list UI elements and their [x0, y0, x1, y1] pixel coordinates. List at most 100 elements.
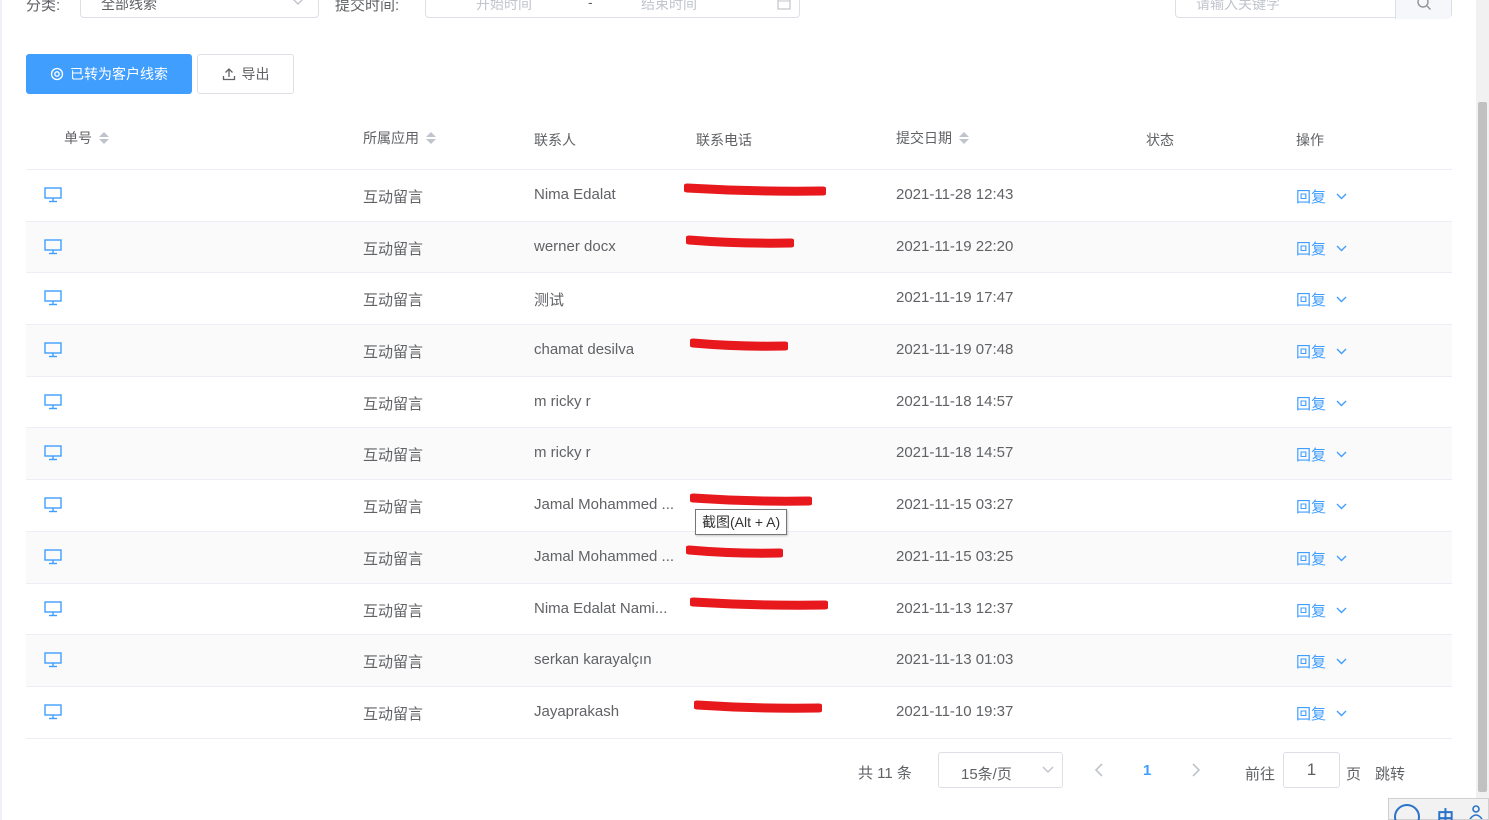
phone-redaction-mark: [690, 493, 812, 506]
export-label: 导出: [241, 66, 270, 82]
reply-action[interactable]: 回复: [1296, 600, 1347, 621]
column-header-phone-label: 联系电话: [696, 132, 752, 148]
chevron-down-icon[interactable]: [1336, 193, 1347, 200]
ime-indicator[interactable]: 中: [1388, 798, 1489, 820]
contact-cell: Jamal Mohammed ...: [534, 547, 675, 565]
start-date-input[interactable]: 开始时间: [476, 0, 532, 14]
phone-redaction-mark: [686, 545, 783, 558]
phone-redaction-mark: [690, 338, 788, 351]
reply-action[interactable]: 回复: [1296, 496, 1347, 517]
leads-table: 单号 所属应用 联系人 联系电话 提交日期 状态 操作 互动留言 Nima Eda…: [26, 106, 1452, 739]
app-cell: 互动留言: [363, 550, 424, 568]
phone-redaction-mark: [686, 235, 794, 248]
chevron-down-icon[interactable]: [1336, 503, 1347, 510]
chevron-down-icon[interactable]: [1336, 348, 1347, 355]
column-header-date[interactable]: 提交日期: [896, 128, 969, 148]
chevron-down-icon[interactable]: [1336, 245, 1347, 252]
scrollbar-thumb[interactable]: [1478, 102, 1487, 792]
chevron-down-icon[interactable]: [1336, 296, 1347, 303]
reply-action[interactable]: 回复: [1296, 444, 1347, 465]
date-cell: 2021-11-18 14:57: [896, 444, 1014, 462]
table-row[interactable]: 互动留言 Jayaprakash 2021-11-10 19:37 回复: [26, 687, 1452, 739]
reply-action[interactable]: 回复: [1296, 393, 1347, 414]
reply-action[interactable]: 回复: [1296, 548, 1347, 569]
app-cell: 互动留言: [363, 447, 424, 465]
sort-icon[interactable]: [959, 132, 969, 144]
keyword-search[interactable]: 请输入关键字: [1175, 0, 1452, 19]
chevron-down-icon[interactable]: [1336, 607, 1347, 614]
table-row[interactable]: 互动留言 Nima Edalat 2021-11-28 12:43 回复: [26, 170, 1452, 222]
chevron-down-icon[interactable]: [1336, 658, 1347, 665]
column-header-contact: 联系人: [534, 130, 576, 150]
reply-action[interactable]: 回复: [1296, 289, 1347, 310]
sort-icon[interactable]: [426, 132, 436, 144]
contact-cell: Nima Edalat Nami...: [534, 599, 668, 617]
converted-to-leads-label: 已转为客户线索: [70, 66, 168, 82]
date-range-picker[interactable]: 开始时间 - 结束时间: [425, 0, 800, 18]
category-select[interactable]: 全部线索: [80, 0, 319, 18]
next-page-button[interactable]: [1191, 763, 1201, 777]
desktop-icon: [44, 445, 62, 461]
app-cell: 互动留言: [363, 292, 424, 310]
reply-action[interactable]: 回复: [1296, 341, 1347, 362]
table-row[interactable]: 互动留言 测试 2021-11-19 17:47 回复: [26, 273, 1452, 326]
date-cell: 2021-11-13 12:37: [896, 599, 1014, 617]
page-size-select[interactable]: 15条/页: [938, 752, 1063, 788]
reply-label: 回复: [1296, 447, 1327, 465]
sort-icon[interactable]: [99, 132, 109, 144]
table-row[interactable]: 互动留言 Jamal Mohammed ... 2021-11-15 03:25 回复: [26, 531, 1452, 584]
reply-label: 回复: [1296, 240, 1327, 258]
gear-icon: [50, 67, 64, 81]
table-row[interactable]: 互动留言 m ricky r 2021-11-18 14:57 回复: [26, 428, 1452, 481]
ime-settings-icon: [1469, 805, 1483, 819]
reply-label: 回复: [1296, 344, 1327, 362]
page-size-value: 15条/页: [961, 766, 1012, 783]
table-row[interactable]: 互动留言 serkan karayalçın 2021-11-13 01:03 回复: [26, 635, 1452, 687]
column-header-id[interactable]: 单号: [64, 128, 109, 148]
reply-action[interactable]: 回复: [1296, 703, 1347, 724]
date-cell: 2021-11-13 01:03: [896, 651, 1014, 669]
contact-cell: Nima Edalat: [534, 186, 616, 203]
contact-cell: Jayaprakash: [534, 702, 620, 720]
page-number-current[interactable]: 1: [1143, 762, 1151, 779]
desktop-icon: [44, 600, 62, 616]
column-header-contact-label: 联系人: [534, 132, 576, 148]
table-row[interactable]: 互动留言 chamat desilva 2021-11-19 07:48 回复: [26, 325, 1452, 377]
pagination: 共 11 条 15条/页 1 前往 1 页 跳转: [0, 752, 1470, 788]
time-label: 提交时间:: [335, 0, 400, 14]
chevron-down-icon[interactable]: [1336, 400, 1347, 407]
goto-label: 前往: [1245, 766, 1276, 783]
desktop-icon: [44, 652, 62, 668]
goto-page-input[interactable]: 1: [1283, 752, 1340, 788]
column-header-action: 操作: [1296, 130, 1324, 150]
contact-cell: chamat desilva: [534, 341, 635, 359]
prev-page-button[interactable]: [1094, 763, 1104, 777]
column-header-app[interactable]: 所属应用: [363, 128, 436, 148]
reply-action[interactable]: 回复: [1296, 238, 1347, 259]
search-button[interactable]: [1395, 0, 1451, 19]
chevron-down-icon: [293, 0, 303, 5]
category-label: 分类:: [26, 0, 61, 14]
ime-mode[interactable]: 中: [1437, 803, 1454, 820]
export-button[interactable]: 导出: [197, 54, 294, 94]
chevron-down-icon[interactable]: [1336, 451, 1347, 458]
contact-cell: Jamal Mohammed ...: [534, 496, 675, 514]
reply-label: 回复: [1296, 654, 1327, 672]
end-date-input[interactable]: 结束时间: [641, 0, 697, 14]
table-row[interactable]: 互动留言 werner docx 2021-11-19 22:20 回复: [26, 221, 1452, 274]
app-cell: 互动留言: [363, 189, 424, 206]
column-header-id-label: 单号: [64, 130, 92, 146]
keyword-input[interactable]: 请输入关键字: [1196, 0, 1280, 14]
desktop-icon: [44, 704, 62, 720]
reply-action[interactable]: 回复: [1296, 186, 1347, 207]
table-row[interactable]: 互动留言 Nima Edalat Nami... 2021-11-13 12:37 回…: [26, 584, 1452, 636]
date-cell: 2021-11-19 17:47: [896, 289, 1014, 307]
pagination-total: 共 11 条: [858, 765, 912, 782]
reply-action[interactable]: 回复: [1296, 651, 1347, 672]
chevron-down-icon[interactable]: [1336, 710, 1347, 717]
chevron-down-icon[interactable]: [1336, 555, 1347, 562]
column-header-date-label: 提交日期: [896, 130, 952, 146]
table-row[interactable]: 互动留言 m ricky r 2021-11-18 14:57 回复: [26, 377, 1452, 429]
converted-to-leads-button[interactable]: 已转为客户线索: [26, 54, 192, 94]
jump-button[interactable]: 跳转: [1375, 763, 1405, 784]
